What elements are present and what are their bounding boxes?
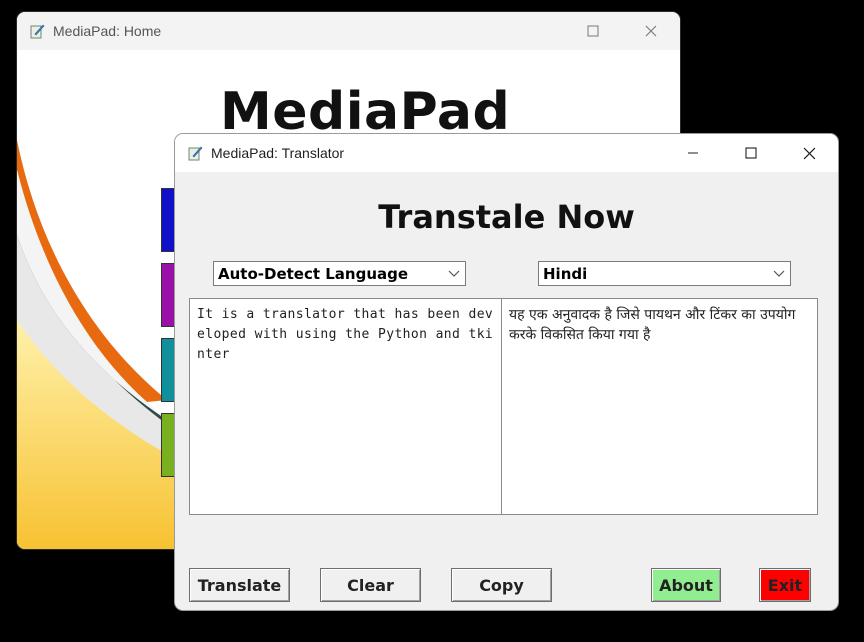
translator-titlebar[interactable]: MediaPad: Translator: [175, 134, 838, 172]
maximize-icon[interactable]: [564, 12, 622, 50]
source-text-area[interactable]: It is a translator that has been develop…: [189, 298, 502, 515]
target-language-value: Hindi: [543, 264, 588, 283]
close-icon[interactable]: [622, 12, 680, 50]
chevron-down-icon[interactable]: [768, 262, 790, 285]
source-language-value: Auto-Detect Language: [218, 264, 409, 283]
copy-button[interactable]: Copy: [451, 568, 552, 602]
home-heading: MediaPad: [220, 82, 511, 142]
translator-window-controls: [664, 134, 838, 172]
translate-button[interactable]: Translate: [189, 568, 290, 602]
home-titlebar[interactable]: MediaPad: Home: [17, 12, 680, 50]
exit-button[interactable]: Exit: [759, 568, 811, 602]
target-text-area[interactable]: यह एक अनुवादक है जिसे पायथन और टिंकर का …: [501, 298, 818, 515]
translator-window[interactable]: MediaPad: Translator Transtale Now Auto-…: [175, 134, 838, 610]
translator-heading: Transtale Now: [378, 198, 635, 236]
home-window-controls: [506, 12, 680, 50]
maximize-icon[interactable]: [722, 134, 780, 172]
translator-window-title: MediaPad: Translator: [211, 145, 345, 161]
close-icon[interactable]: [780, 134, 838, 172]
minimize-icon[interactable]: [506, 12, 564, 50]
target-language-select[interactable]: Hindi: [538, 261, 791, 286]
notepad-pencil-icon: [187, 145, 203, 161]
clear-button[interactable]: Clear: [320, 568, 421, 602]
about-button[interactable]: About: [651, 568, 721, 602]
source-language-select[interactable]: Auto-Detect Language: [213, 261, 466, 286]
minimize-icon[interactable]: [664, 134, 722, 172]
home-window-title: MediaPad: Home: [53, 23, 162, 39]
chevron-down-icon[interactable]: [443, 262, 465, 285]
notepad-pencil-icon: [29, 23, 45, 39]
